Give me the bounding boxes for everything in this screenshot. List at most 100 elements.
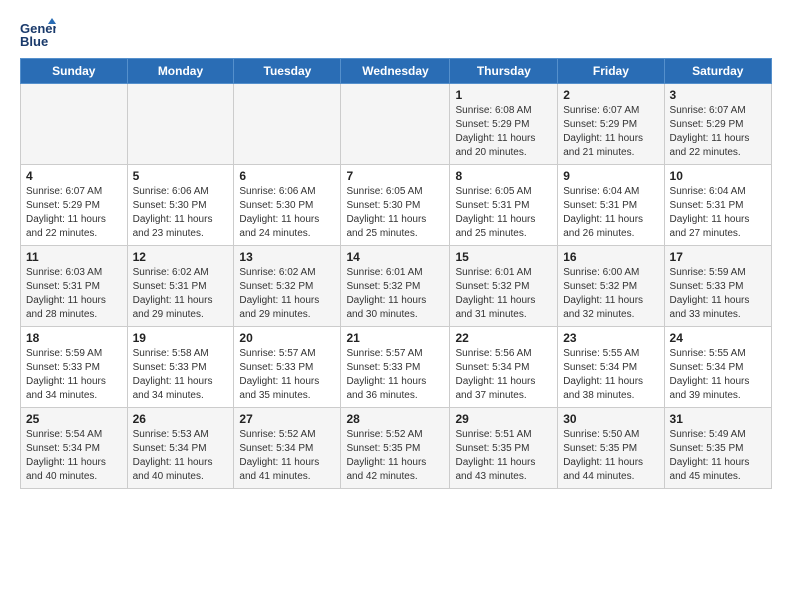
day-info: Sunrise: 5:54 AM Sunset: 5:34 PM Dayligh…: [26, 428, 122, 484]
day-number: 4: [26, 169, 122, 183]
day-cell: 29 Sunrise: 5:51 AM Sunset: 5:35 PM Dayli…: [450, 408, 558, 489]
day-cell: 6 Sunrise: 6:06 AM Sunset: 5:30 PM Daylig…: [234, 165, 341, 246]
day-cell: [234, 84, 341, 165]
day-info: Sunrise: 6:07 AM Sunset: 5:29 PM Dayligh…: [563, 104, 658, 160]
day-info: Sunrise: 5:59 AM Sunset: 5:33 PM Dayligh…: [670, 266, 766, 322]
day-cell: 22 Sunrise: 5:56 AM Sunset: 5:34 PM Dayli…: [450, 327, 558, 408]
day-cell: 1 Sunrise: 6:08 AM Sunset: 5:29 PM Daylig…: [450, 84, 558, 165]
day-info: Sunrise: 5:55 AM Sunset: 5:34 PM Dayligh…: [563, 347, 658, 403]
day-number: 28: [346, 412, 444, 426]
day-cell: 23Sunrise: 5:55 AM Sunset: 5:34 PM Dayli…: [558, 327, 664, 408]
day-cell: 26 Sunrise: 5:53 AM Sunset: 5:34 PM Dayli…: [127, 408, 234, 489]
day-cell: 5 Sunrise: 6:06 AM Sunset: 5:30 PM Daylig…: [127, 165, 234, 246]
day-cell: 19 Sunrise: 5:58 AM Sunset: 5:33 PM Dayli…: [127, 327, 234, 408]
day-info: Sunrise: 5:51 AM Sunset: 5:35 PM Dayligh…: [455, 428, 552, 484]
column-header-thursday: Thursday: [450, 59, 558, 84]
calendar-body: 1 Sunrise: 6:08 AM Sunset: 5:29 PM Daylig…: [21, 84, 772, 489]
day-cell: 25Sunrise: 5:54 AM Sunset: 5:34 PM Dayli…: [21, 408, 128, 489]
day-cell: 31 Sunrise: 5:49 AM Sunset: 5:35 PM Dayli…: [664, 408, 771, 489]
week-row-2: 4 Sunrise: 6:07 AM Sunset: 5:29 PM Daylig…: [21, 165, 772, 246]
day-number: 12: [133, 250, 229, 264]
day-info: Sunrise: 5:55 AM Sunset: 5:34 PM Dayligh…: [670, 347, 766, 403]
day-info: Sunrise: 6:04 AM Sunset: 5:31 PM Dayligh…: [563, 185, 658, 241]
day-number: 10: [670, 169, 766, 183]
day-cell: 11 Sunrise: 6:03 AM Sunset: 5:31 PM Dayli…: [21, 246, 128, 327]
day-number: 29: [455, 412, 552, 426]
day-info: Sunrise: 6:05 AM Sunset: 5:30 PM Dayligh…: [346, 185, 444, 241]
day-number: 5: [133, 169, 229, 183]
calendar-table: SundayMondayTuesdayWednesdayThursdayFrid…: [20, 58, 772, 489]
column-header-saturday: Saturday: [664, 59, 771, 84]
day-number: 31: [670, 412, 766, 426]
day-cell: 8Sunrise: 6:05 AM Sunset: 5:31 PM Daylig…: [450, 165, 558, 246]
week-row-4: 18 Sunrise: 5:59 AM Sunset: 5:33 PM Dayli…: [21, 327, 772, 408]
day-info: Sunrise: 5:57 AM Sunset: 5:33 PM Dayligh…: [346, 347, 444, 403]
column-header-friday: Friday: [558, 59, 664, 84]
day-info: Sunrise: 5:52 AM Sunset: 5:34 PM Dayligh…: [239, 428, 335, 484]
day-info: Sunrise: 5:53 AM Sunset: 5:34 PM Dayligh…: [133, 428, 229, 484]
day-info: Sunrise: 6:00 AM Sunset: 5:32 PM Dayligh…: [563, 266, 658, 322]
day-cell: 13Sunrise: 6:02 AM Sunset: 5:32 PM Dayli…: [234, 246, 341, 327]
day-info: Sunrise: 6:06 AM Sunset: 5:30 PM Dayligh…: [239, 185, 335, 241]
day-number: 26: [133, 412, 229, 426]
day-number: 14: [346, 250, 444, 264]
logo: General Blue: [20, 16, 60, 52]
day-info: Sunrise: 5:57 AM Sunset: 5:33 PM Dayligh…: [239, 347, 335, 403]
day-cell: 14 Sunrise: 6:01 AM Sunset: 5:32 PM Dayli…: [341, 246, 450, 327]
day-cell: 10 Sunrise: 6:04 AM Sunset: 5:31 PM Dayli…: [664, 165, 771, 246]
day-number: 27: [239, 412, 335, 426]
day-info: Sunrise: 6:08 AM Sunset: 5:29 PM Dayligh…: [455, 104, 552, 160]
day-info: Sunrise: 6:04 AM Sunset: 5:31 PM Dayligh…: [670, 185, 766, 241]
day-cell: [21, 84, 128, 165]
day-number: 19: [133, 331, 229, 345]
day-info: Sunrise: 5:50 AM Sunset: 5:35 PM Dayligh…: [563, 428, 658, 484]
day-number: 7: [346, 169, 444, 183]
day-number: 1: [455, 88, 552, 102]
day-info: Sunrise: 5:58 AM Sunset: 5:33 PM Dayligh…: [133, 347, 229, 403]
column-header-tuesday: Tuesday: [234, 59, 341, 84]
day-info: Sunrise: 6:01 AM Sunset: 5:32 PM Dayligh…: [455, 266, 552, 322]
day-cell: 7 Sunrise: 6:05 AM Sunset: 5:30 PM Daylig…: [341, 165, 450, 246]
day-info: Sunrise: 6:01 AM Sunset: 5:32 PM Dayligh…: [346, 266, 444, 322]
day-number: 22: [455, 331, 552, 345]
day-number: 16: [563, 250, 658, 264]
day-number: 21: [346, 331, 444, 345]
day-cell: 4 Sunrise: 6:07 AM Sunset: 5:29 PM Daylig…: [21, 165, 128, 246]
day-info: Sunrise: 6:03 AM Sunset: 5:31 PM Dayligh…: [26, 266, 122, 322]
day-cell: 2Sunrise: 6:07 AM Sunset: 5:29 PM Daylig…: [558, 84, 664, 165]
day-number: 18: [26, 331, 122, 345]
day-cell: 30Sunrise: 5:50 AM Sunset: 5:35 PM Dayli…: [558, 408, 664, 489]
day-info: Sunrise: 5:49 AM Sunset: 5:35 PM Dayligh…: [670, 428, 766, 484]
day-number: 6: [239, 169, 335, 183]
day-number: 17: [670, 250, 766, 264]
column-header-sunday: Sunday: [21, 59, 128, 84]
day-number: 15: [455, 250, 552, 264]
week-row-1: 1 Sunrise: 6:08 AM Sunset: 5:29 PM Daylig…: [21, 84, 772, 165]
day-info: Sunrise: 6:07 AM Sunset: 5:29 PM Dayligh…: [26, 185, 122, 241]
day-number: 3: [670, 88, 766, 102]
day-cell: 24 Sunrise: 5:55 AM Sunset: 5:34 PM Dayli…: [664, 327, 771, 408]
day-cell: 18 Sunrise: 5:59 AM Sunset: 5:33 PM Dayli…: [21, 327, 128, 408]
column-header-monday: Monday: [127, 59, 234, 84]
day-info: Sunrise: 6:06 AM Sunset: 5:30 PM Dayligh…: [133, 185, 229, 241]
day-info: Sunrise: 6:05 AM Sunset: 5:31 PM Dayligh…: [455, 185, 552, 241]
day-cell: 3Sunrise: 6:07 AM Sunset: 5:29 PM Daylig…: [664, 84, 771, 165]
day-info: Sunrise: 6:02 AM Sunset: 5:31 PM Dayligh…: [133, 266, 229, 322]
day-info: Sunrise: 5:52 AM Sunset: 5:35 PM Dayligh…: [346, 428, 444, 484]
day-cell: 16 Sunrise: 6:00 AM Sunset: 5:32 PM Dayli…: [558, 246, 664, 327]
header: General Blue: [20, 16, 772, 52]
day-number: 11: [26, 250, 122, 264]
day-cell: 17 Sunrise: 5:59 AM Sunset: 5:33 PM Dayli…: [664, 246, 771, 327]
column-header-wednesday: Wednesday: [341, 59, 450, 84]
day-cell: 20Sunrise: 5:57 AM Sunset: 5:33 PM Dayli…: [234, 327, 341, 408]
day-info: Sunrise: 5:56 AM Sunset: 5:34 PM Dayligh…: [455, 347, 552, 403]
day-info: Sunrise: 6:02 AM Sunset: 5:32 PM Dayligh…: [239, 266, 335, 322]
day-cell: 12 Sunrise: 6:02 AM Sunset: 5:31 PM Dayli…: [127, 246, 234, 327]
day-number: 24: [670, 331, 766, 345]
day-cell: 21 Sunrise: 5:57 AM Sunset: 5:33 PM Dayli…: [341, 327, 450, 408]
svg-text:Blue: Blue: [20, 34, 48, 49]
day-cell: [341, 84, 450, 165]
day-info: Sunrise: 5:59 AM Sunset: 5:33 PM Dayligh…: [26, 347, 122, 403]
logo-icon: General Blue: [20, 16, 56, 52]
week-row-5: 25Sunrise: 5:54 AM Sunset: 5:34 PM Dayli…: [21, 408, 772, 489]
